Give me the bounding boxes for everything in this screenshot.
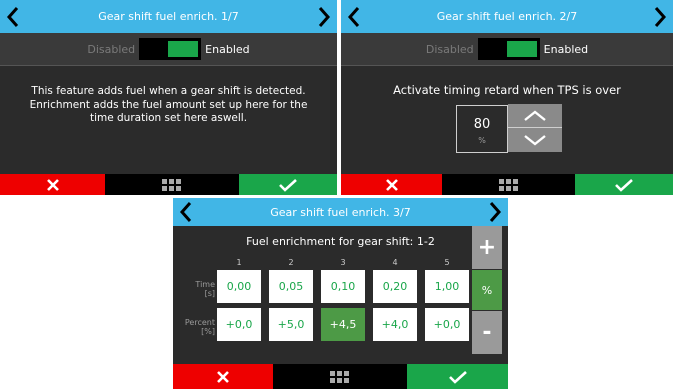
row-label-time: Time [s] [173, 280, 215, 298]
tps-value-field[interactable]: 80 % [456, 105, 508, 153]
gear-shift-heading: Fuel enrichment for gear shift: 1-2 [246, 235, 435, 248]
plus-button[interactable]: + [472, 226, 502, 269]
disabled-label: Disabled [87, 42, 136, 56]
enabled-label: Enabled [205, 42, 250, 56]
table-cell[interactable]: 0,00 [217, 270, 261, 303]
table-cell[interactable]: +4,0 [373, 308, 417, 341]
row-label-text: Time [195, 280, 215, 289]
disabled-label: Disabled [425, 42, 474, 56]
enable-switch[interactable] [477, 38, 540, 60]
title-bar: Gear shift fuel enrich. 1/7 [0, 0, 337, 33]
check-icon [615, 178, 633, 192]
grid-icon [498, 178, 518, 191]
tps-value: 80 [473, 117, 491, 132]
column-header: 3 [340, 258, 346, 267]
cancel-button[interactable] [173, 364, 273, 389]
chevron-left-icon[interactable] [1, 0, 25, 33]
enabled-label: Enabled [543, 42, 589, 56]
tps-unit: % [478, 136, 486, 145]
content-area: This feature adds fuel when a gear shift… [0, 65, 337, 174]
enable-toggle-row: Disabled Enabled [0, 33, 337, 65]
unit-toggle-button[interactable]: % [472, 270, 502, 310]
table-cell-selected[interactable]: +4,5 [321, 308, 365, 341]
switch-knob [168, 41, 199, 57]
cancel-button[interactable] [0, 174, 105, 195]
panel-step-2: Gear shift fuel enrich. 2/7 Disabled Ena… [341, 0, 673, 195]
minus-button[interactable]: - [472, 311, 502, 354]
footer-bar [341, 174, 673, 195]
confirm-button[interactable] [575, 174, 673, 195]
menu-button[interactable] [105, 174, 239, 195]
chevron-right-icon[interactable] [312, 0, 336, 33]
tps-threshold-heading: Activate timing retard when TPS is over [393, 83, 621, 97]
confirm-button[interactable] [407, 364, 508, 389]
cancel-button[interactable] [341, 174, 442, 195]
page-title: Gear shift fuel enrich. 1/7 [98, 10, 239, 23]
decrement-button[interactable] [508, 128, 562, 152]
column-header: 2 [288, 258, 294, 267]
page-title: Gear shift fuel enrich. 3/7 [270, 205, 411, 219]
table-cell[interactable]: +5,0 [269, 308, 313, 341]
grid-icon [162, 178, 181, 191]
enable-switch[interactable] [139, 38, 202, 60]
row-label-unit: [%] [201, 327, 215, 336]
column-header: 5 [444, 258, 450, 267]
footer-bar [173, 364, 508, 389]
increment-button[interactable] [508, 104, 562, 128]
panel-step-1: Gear shift fuel enrich. 1/7 Disabled Ena… [0, 0, 337, 195]
table-cell[interactable]: 1,00 [425, 270, 469, 303]
enable-toggle-row: Disabled Enabled [341, 33, 673, 65]
content-area: Fuel enrichment for gear shift: 1-2 1 2 … [173, 226, 508, 383]
confirm-button[interactable] [239, 174, 337, 195]
row-label-percent: Percent [%] [173, 318, 215, 336]
table-cell[interactable]: +0,0 [425, 308, 469, 341]
table-cell[interactable]: 0,10 [321, 270, 365, 303]
chevron-right-icon[interactable] [483, 198, 507, 226]
check-icon [448, 370, 467, 384]
grid-icon [330, 370, 349, 383]
panel-step-3: Gear shift fuel enrich. 3/7 Fuel enrichm… [173, 198, 508, 389]
row-label-text: Percent [184, 318, 215, 327]
menu-button[interactable] [442, 174, 575, 195]
x-icon [46, 178, 59, 191]
check-icon [279, 178, 297, 192]
chevron-up-icon [524, 109, 546, 121]
x-icon [385, 178, 398, 191]
footer-bar [0, 174, 337, 195]
x-icon [217, 370, 229, 383]
chevron-right-icon[interactable] [648, 0, 672, 33]
row-label-unit: [s] [204, 289, 215, 298]
page-title: Gear shift fuel enrich. 2/7 [436, 10, 578, 23]
table-cell[interactable]: 0,20 [373, 270, 417, 303]
chevron-down-icon [524, 135, 546, 146]
chevron-left-icon[interactable] [174, 198, 198, 226]
column-header: 1 [236, 258, 242, 267]
table-cell[interactable]: +0,0 [217, 308, 261, 341]
content-area: Activate timing retard when TPS is over … [341, 65, 673, 174]
chevron-left-icon[interactable] [342, 0, 366, 33]
switch-knob [506, 41, 537, 57]
column-header: 4 [392, 258, 398, 267]
menu-button[interactable] [273, 364, 407, 389]
feature-description: This feature adds fuel when a gear shift… [29, 85, 308, 124]
table-cell[interactable]: 0,05 [269, 270, 313, 303]
title-bar: Gear shift fuel enrich. 3/7 [173, 198, 508, 226]
title-bar: Gear shift fuel enrich. 2/7 [341, 0, 673, 33]
